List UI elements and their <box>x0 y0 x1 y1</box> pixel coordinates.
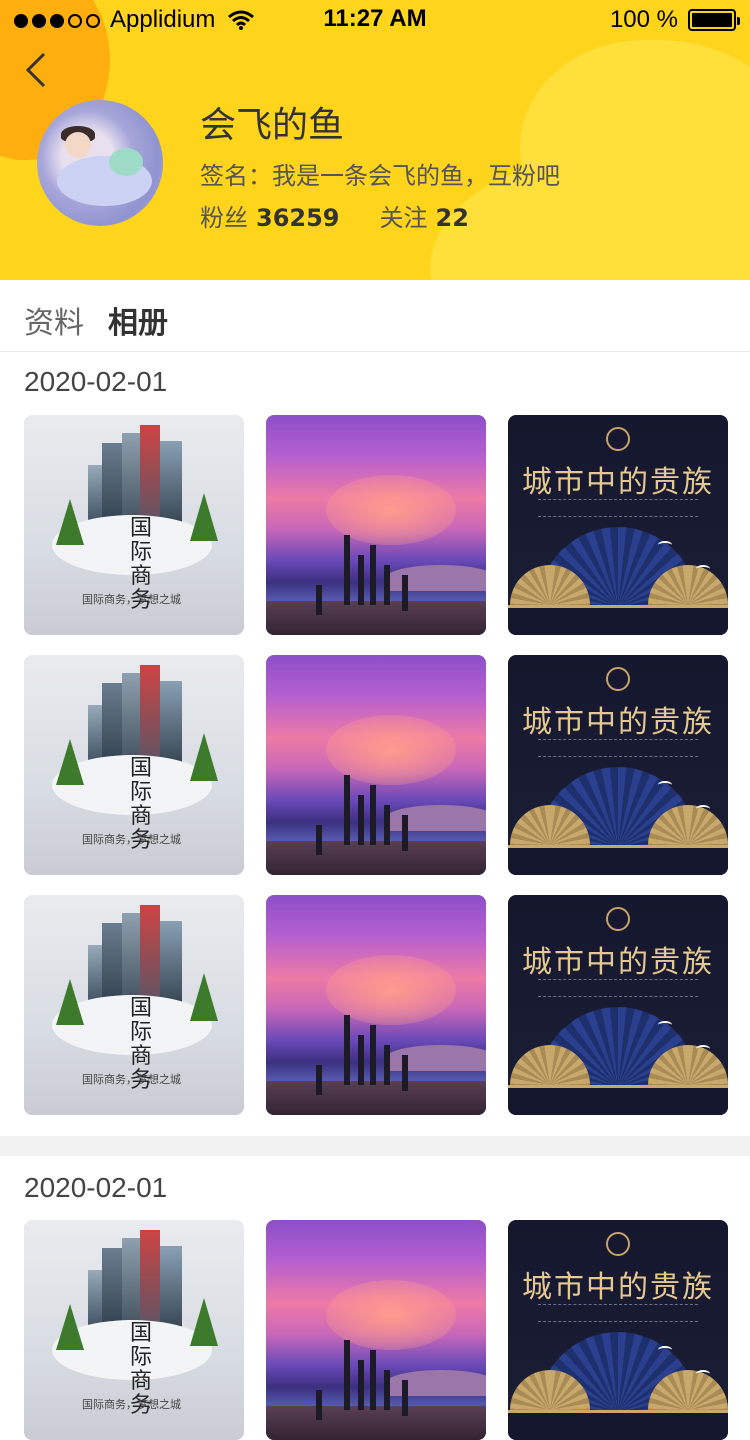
tab-info[interactable]: 资料 <box>24 298 84 342</box>
follow-count: 22 <box>435 204 469 232</box>
poster-title: 国际商务 <box>130 516 153 613</box>
profile-stats: 粉丝 36259 关注 22 <box>200 198 469 233</box>
profile-header: Applidium 11:27 AM 100 % 会飞的鱼 签名：我是一条会飞的… <box>0 0 750 280</box>
profile-tabs: 资料 相册 <box>0 280 750 352</box>
photo-thumbnail[interactable]: 国际商务 国际商务，梦想之城 <box>24 895 244 1115</box>
profile-name: 会飞的鱼 <box>200 105 345 146</box>
photo-thumbnail[interactable]: 城市中的贵族 <box>508 655 728 875</box>
photo-thumbnail[interactable]: 国际商务 国际商务，梦想之城 <box>24 1220 244 1440</box>
album-section: 2020-02-01 国际商务 国际商务，梦想之城 城市中的贵族 <box>0 1156 750 1440</box>
poster-caption: 国际商务，梦想之城 <box>82 593 181 606</box>
fans-label: 粉丝 <box>200 204 248 232</box>
poster-title: 国际商务 <box>130 756 153 853</box>
battery-icon <box>688 9 740 31</box>
photo-thumbnail[interactable]: 国际商务 国际商务，梦想之城 <box>24 655 244 875</box>
avatar[interactable] <box>37 100 163 226</box>
poster-title: 城市中的贵族 <box>522 1270 714 1305</box>
follow-stat[interactable]: 关注 22 <box>380 198 469 233</box>
fans-stat[interactable]: 粉丝 36259 <box>200 198 340 233</box>
poster-caption: 国际商务，梦想之城 <box>82 1073 181 1086</box>
photo-thumbnail[interactable] <box>266 415 486 635</box>
photo-thumbnail[interactable]: 国际商务 国际商务，梦想之城 <box>24 415 244 635</box>
section-divider <box>0 1136 750 1156</box>
poster-title: 国际商务 <box>130 996 153 1093</box>
album-date: 2020-02-01 <box>24 1172 168 1203</box>
follow-label: 关注 <box>379 204 428 232</box>
battery-percent: 100 % <box>609 6 678 33</box>
photo-thumbnail[interactable] <box>266 895 486 1115</box>
status-bar: Applidium 11:27 AM 100 % <box>0 0 750 40</box>
poster-caption: 国际商务，梦想之城 <box>82 1398 181 1411</box>
album-date: 2020-02-01 <box>24 366 168 397</box>
photo-thumbnail[interactable] <box>266 655 486 875</box>
back-button[interactable] <box>22 50 52 90</box>
poster-caption: 国际商务，梦想之城 <box>82 833 181 846</box>
profile-signature: 签名：我是一条会飞的鱼，互粉吧 <box>200 162 560 190</box>
photo-thumbnail[interactable]: 城市中的贵族 <box>508 895 728 1115</box>
poster-title: 国际商务 <box>130 1321 153 1418</box>
photo-thumbnail[interactable]: 城市中的贵族 <box>508 415 728 635</box>
photo-thumbnail[interactable]: 城市中的贵族 <box>508 1220 728 1440</box>
tab-album[interactable]: 相册 <box>108 298 168 342</box>
poster-title: 城市中的贵族 <box>522 465 714 500</box>
battery-status: 100 % <box>609 6 740 34</box>
fans-count: 36259 <box>256 204 340 232</box>
poster-title: 城市中的贵族 <box>522 945 714 980</box>
photo-thumbnail[interactable] <box>266 1220 486 1440</box>
album-section: 2020-02-01 国际商务 国际商务，梦想之城 城市中的贵族 国际商务 国际商务，梦想… <box>0 352 750 1136</box>
poster-title: 城市中的贵族 <box>522 705 714 740</box>
